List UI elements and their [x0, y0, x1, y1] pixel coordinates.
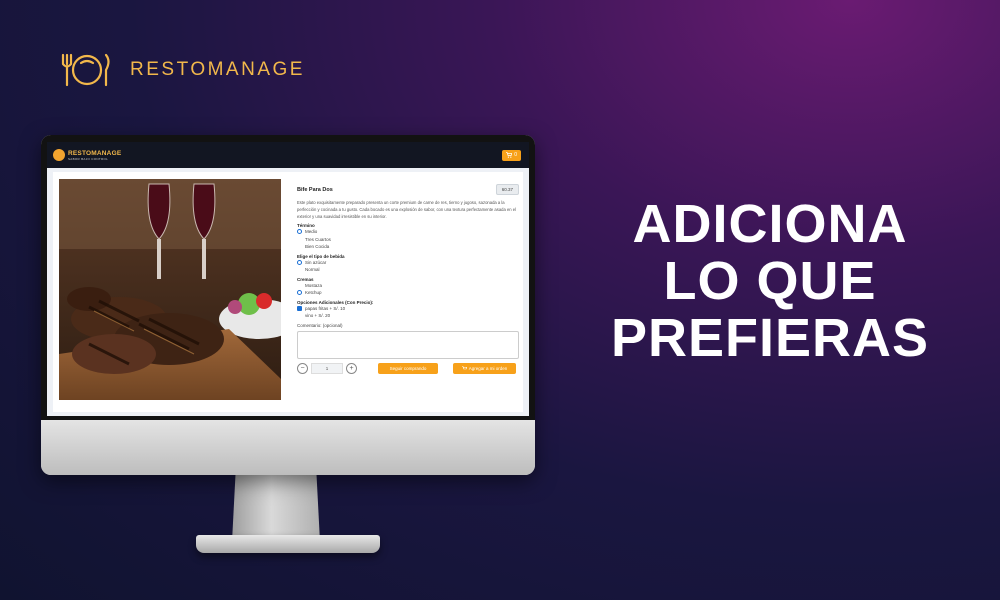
option-label: Ketchup [305, 290, 322, 296]
option-label: papas fritas + S/. 10 [305, 305, 346, 311]
app-brand-tagline: SABOR BAJO CONTROL [68, 156, 109, 161]
quantity-input[interactable]: 1 [311, 362, 343, 374]
dish-details: Bife Para Dos 60.37 Este plato exquisita… [297, 184, 519, 374]
comment-textarea[interactable] [297, 330, 519, 359]
dish-photo [59, 179, 281, 400]
cart-icon [506, 152, 513, 158]
option-label: Medio [305, 229, 318, 235]
app-logo-icon [53, 149, 65, 161]
increase-quantity-button[interactable]: + [346, 362, 357, 374]
brand: RESTOMANAGE [60, 52, 305, 88]
monitor-chin [41, 420, 535, 475]
cart-icon [461, 365, 467, 369]
headline-line: PREFIERAS [610, 308, 930, 368]
radio-option[interactable]: Ketchup [297, 289, 519, 297]
decrease-quantity-button[interactable]: − [297, 362, 308, 374]
monitor-stand-neck [232, 474, 320, 542]
checkbox-option[interactable]: papas fritas + S/. 10 [297, 305, 519, 313]
radio-option[interactable]: Sin azúcar [297, 259, 519, 267]
radio-icon[interactable] [297, 290, 302, 296]
radio-option[interactable]: Normal [297, 266, 519, 274]
plate-fork-knife-icon [61, 53, 110, 87]
option-group-cremas: Cremas Mostaza Ketchup [297, 277, 519, 297]
app-screen: RESTOMANAGE SABOR BAJO CONTROL 0 Bife Pa… [47, 142, 529, 416]
radio-icon[interactable] [297, 259, 302, 265]
radio-icon[interactable] [297, 229, 302, 235]
radio-option[interactable]: Bien Cocida [297, 243, 519, 251]
option-label: Bien Cocida [305, 244, 330, 250]
button-label: Seguir comprando [389, 365, 427, 371]
option-label: Tres Cuartos [305, 236, 331, 242]
checkbox-option[interactable]: vino + S/. 20 [297, 312, 519, 320]
option-group-bebida: Elige el tipo de bebida Sin azúcar Norma… [297, 254, 519, 274]
headline-line: LO QUE [663, 251, 877, 311]
continue-shopping-button[interactable]: Seguir comprando [378, 362, 438, 374]
cart-count: 0 [514, 152, 517, 158]
option-label: Sin azúcar [305, 259, 327, 265]
monitor-bezel: RESTOMANAGE SABOR BAJO CONTROL 0 Bife Pa… [41, 135, 535, 420]
option-label: vino + S/. 20 [305, 313, 331, 319]
app-brand-name: RESTOMANAGE [68, 149, 122, 157]
monitor-stand-foot [196, 535, 380, 553]
product-panel: Bife Para Dos 60.37 Este plato exquisita… [53, 172, 523, 412]
headline-line: ADICIONA [632, 194, 908, 254]
radio-option[interactable]: Medio [297, 228, 519, 236]
brand-name: RESTOMANAGE [130, 59, 305, 80]
option-label: Mostaza [305, 282, 323, 288]
radio-option[interactable]: Mostaza [297, 282, 519, 290]
app-header: RESTOMANAGE SABOR BAJO CONTROL 0 [47, 142, 529, 168]
dish-description: Este plato exquisitamente preparado pres… [297, 200, 517, 219]
dish-price: 60.37 [495, 184, 519, 195]
button-label: Agregar a mi orden [468, 365, 508, 371]
order-actions: − 1 + Seguir comprando Agregar a mi orde… [297, 362, 519, 374]
radio-option[interactable]: Tres Cuartos [297, 236, 519, 244]
option-label: Normal [305, 267, 320, 273]
option-group-termino: Término Medio Tres Cuartos Bien Cocida [297, 223, 519, 251]
cart-button[interactable]: 0 [502, 149, 521, 161]
dish-name: Bife Para Dos [297, 186, 333, 193]
checkbox-icon[interactable] [297, 305, 302, 311]
add-to-order-button[interactable]: Agregar a mi orden [453, 362, 516, 374]
app-brand[interactable]: RESTOMANAGE SABOR BAJO CONTROL [53, 149, 121, 161]
headline: ADICIONA LO QUE PREFIERAS [610, 196, 930, 367]
monitor: RESTOMANAGE SABOR BAJO CONTROL 0 Bife Pa… [41, 135, 535, 475]
option-group-adicionales: Opciones Adicionales (Con Precio): papas… [297, 300, 519, 320]
comment-label: Comentario: (opcional) [297, 322, 343, 328]
